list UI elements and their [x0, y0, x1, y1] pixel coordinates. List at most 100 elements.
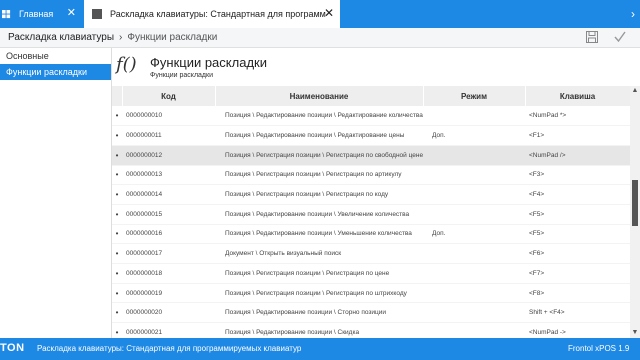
brand-logo: TON — [0, 342, 25, 354]
row-mode: Доп. — [423, 224, 525, 245]
row-mode — [423, 165, 525, 186]
table-row[interactable]: • 0000000012 Позиция \ Регистрация позиции… — [112, 145, 630, 166]
row-bullet: • — [112, 243, 122, 264]
row-code: 0000000016 — [122, 224, 215, 245]
row-name: Позиция \ Регистрация позиции \ Регистра… — [215, 145, 423, 166]
row-name: Позиция \ Регистрация позиции \ Регистра… — [215, 283, 423, 304]
apply-check-icon[interactable] — [613, 30, 627, 44]
row-code: 0000000021 — [122, 322, 215, 338]
row-name: Позиция \ Редактирование позиции \ Редак… — [215, 106, 423, 127]
row-key: <F5> — [525, 224, 630, 245]
table-row[interactable]: • 0000000015 Позиция \ Редактирование пози… — [112, 204, 630, 225]
row-bullet: • — [112, 283, 122, 304]
table-row[interactable]: • 0000000019 Позиция \ Регистрация позиции… — [112, 283, 630, 304]
row-code: 0000000020 — [122, 302, 215, 324]
column-header-bullet — [112, 86, 123, 106]
table-row[interactable]: • 0000000014 Позиция \ Регистрация позиции… — [112, 184, 630, 205]
breadcrumb-current: Функции раскладки — [127, 32, 218, 43]
table-row[interactable]: • 0000000010 Позиция \ Редактирование пози… — [112, 106, 630, 127]
row-bullet: • — [112, 263, 122, 284]
tab-keyboard-layout-label: Раскладка клавиатуры: Стандартная для пр… — [110, 9, 326, 19]
row-name: Позиция \ Редактирование позиции \ Редак… — [215, 125, 423, 146]
tab-home[interactable]: Главная ✕ — [0, 0, 82, 28]
row-code: 0000000015 — [122, 204, 215, 225]
row-bullet: • — [112, 204, 122, 225]
row-mode — [423, 283, 525, 304]
breadcrumb: Раскладка клавиатуры › Функции раскладки — [0, 28, 640, 48]
table-row[interactable]: • 0000000018 Позиция \ Регистрация позиции… — [112, 263, 630, 284]
page-title: Функции раскладки — [150, 55, 267, 70]
function-icon: f() — [116, 54, 137, 75]
table-row[interactable]: • 0000000013 Позиция \ Регистрация позиции… — [112, 165, 630, 186]
row-bullet: • — [112, 145, 122, 166]
row-mode — [423, 184, 525, 205]
table-row[interactable]: • 0000000011 Позиция \ Редактирование пози… — [112, 125, 630, 146]
row-name: Документ \ Открыть визуальный поиск — [215, 243, 423, 264]
tab-home-close-icon[interactable]: ✕ — [67, 8, 76, 19]
row-key: Shift + <F4> — [525, 302, 630, 324]
tab-bar: Главная ✕ Раскладка клавиатуры: Стандарт… — [0, 0, 640, 28]
save-icon[interactable] — [586, 31, 598, 43]
row-code: 0000000019 — [122, 283, 215, 304]
row-mode — [423, 106, 525, 127]
breadcrumb-separator: › — [119, 32, 123, 43]
row-mode — [423, 302, 525, 324]
row-name: Позиция \ Регистрация позиции \ Регистра… — [215, 263, 423, 284]
row-code: 0000000014 — [122, 184, 215, 205]
column-header-code[interactable]: Код — [122, 86, 216, 106]
table-row[interactable]: • 0000000016 Позиция \ Редактирование пози… — [112, 224, 630, 245]
sidebar-item-main[interactable]: Основные — [0, 48, 111, 64]
row-mode: Доп. — [423, 125, 525, 146]
row-key: <F8> — [525, 283, 630, 304]
tab-home-label: Главная — [19, 9, 54, 19]
row-name: Позиция \ Регистрация позиции \ Регистра… — [215, 184, 423, 205]
app-version: Frontol xPOS 1.9 — [568, 344, 630, 353]
row-bullet: • — [112, 224, 122, 245]
page-subtitle: Функции раскладки — [150, 72, 213, 79]
row-code: 0000000018 — [122, 263, 215, 284]
row-name: Позиция \ Редактирование позиции \ Скидк… — [215, 322, 423, 338]
row-key: <NumPad /> — [525, 145, 630, 166]
row-key: <F4> — [525, 184, 630, 205]
row-bullet: • — [112, 165, 122, 186]
table-header-row: Код Наименование Режим Клавиша — [112, 86, 630, 106]
row-code: 0000000012 — [122, 145, 215, 166]
row-name: Позиция \ Редактирование позиции \ Умень… — [215, 224, 423, 245]
status-bar: TON Раскладка клавиатуры: Стандартная дл… — [0, 338, 640, 360]
row-name: Позиция \ Регистрация позиции \ Регистра… — [215, 165, 423, 186]
tabs-scroll-right-icon[interactable]: › — [626, 6, 640, 22]
column-header-name[interactable]: Наименование — [215, 86, 424, 106]
row-name: Позиция \ Редактирование позиции \ Увели… — [215, 204, 423, 225]
row-mode — [423, 145, 525, 166]
row-mode — [423, 204, 525, 225]
row-code: 0000000011 — [122, 125, 215, 146]
column-header-key[interactable]: Клавиша — [525, 86, 630, 106]
row-key: <F3> — [525, 165, 630, 186]
row-key: <F7> — [525, 263, 630, 284]
table-row[interactable]: • 0000000021 Позиция \ Редактирование пози… — [112, 322, 630, 338]
row-key: <NumPad *> — [525, 106, 630, 127]
row-code: 0000000010 — [122, 106, 215, 127]
table-row[interactable]: • 0000000017 Документ \ Открыть визуальный… — [112, 243, 630, 264]
breadcrumb-root[interactable]: Раскладка клавиатуры — [8, 32, 114, 43]
scroll-down-icon[interactable]: ▼ — [630, 328, 640, 338]
table-row[interactable]: • 0000000020 Позиция \ Редактирование пози… — [112, 302, 630, 324]
sidebar-item-layout-functions[interactable]: Функции раскладки — [0, 64, 111, 80]
sidebar: Основные Функции раскладки — [0, 48, 112, 338]
row-name: Позиция \ Редактирование позиции \ Сторн… — [215, 302, 423, 324]
scrollbar-thumb[interactable] — [632, 180, 638, 226]
row-bullet: • — [112, 322, 122, 338]
row-key: <F6> — [525, 243, 630, 264]
column-header-mode[interactable]: Режим — [423, 86, 526, 106]
table-scrollbar[interactable]: ▲ ▼ — [630, 86, 640, 338]
document-icon — [92, 9, 102, 19]
row-key: <F1> — [525, 125, 630, 146]
row-key: <NumPad -> — [525, 322, 630, 338]
row-bullet: • — [112, 125, 122, 146]
tab-keyboard-layout-close-icon[interactable]: ✕ — [324, 7, 334, 19]
row-mode — [423, 322, 525, 338]
tab-keyboard-layout[interactable]: Раскладка клавиатуры: Стандартная для пр… — [84, 0, 340, 28]
row-code: 0000000013 — [122, 165, 215, 186]
scroll-up-icon[interactable]: ▲ — [630, 86, 640, 96]
row-key: <F5> — [525, 204, 630, 225]
